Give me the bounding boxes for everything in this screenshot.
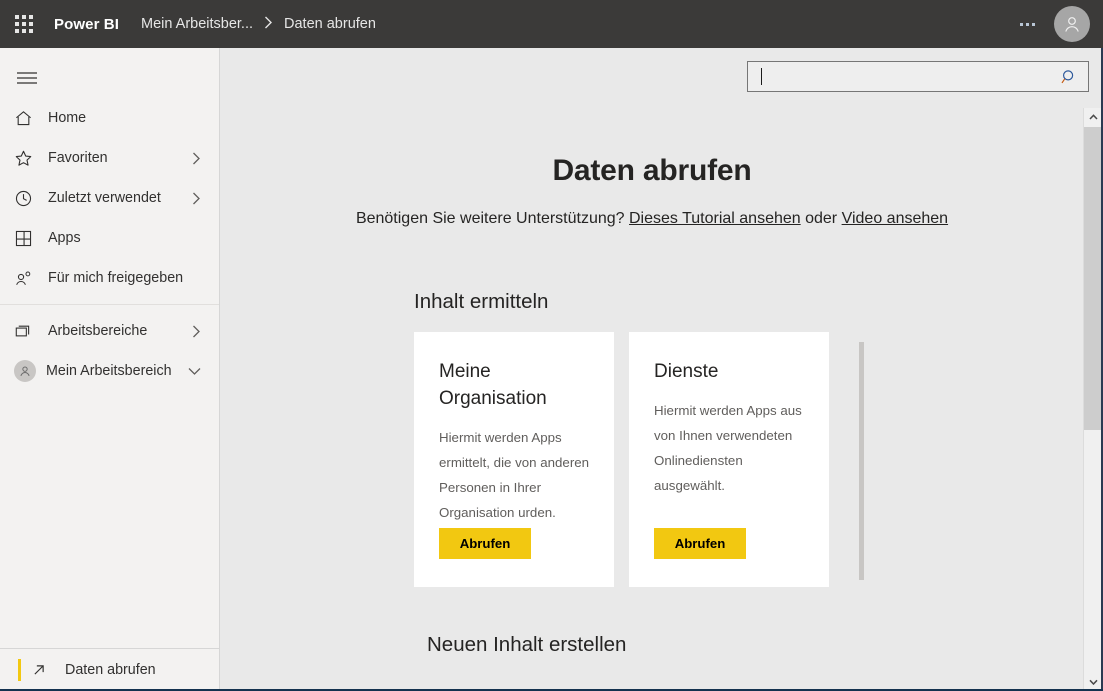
- topbar-actions: [1010, 0, 1103, 48]
- breadcrumb: Mein Arbeitsber... Daten abrufen: [141, 16, 376, 32]
- chevron-up-icon: [1089, 114, 1098, 120]
- card-description: Hiermit werden Apps ermittelt, die von a…: [439, 425, 590, 525]
- card-description-text: Hiermit werden Apps ermittelt, die von a…: [439, 430, 590, 520]
- left-navigation-sidebar: Home Favoriten Zuletzt verwendet Apps Fü…: [0, 48, 220, 691]
- page-title: Daten abrufen: [552, 154, 752, 187]
- subtitle-prefix: Benötigen Sie weitere Unterstützung?: [355, 210, 625, 227]
- subtitle-middle: oder: [805, 210, 838, 227]
- breadcrumb-separator-icon: [264, 16, 273, 32]
- main-content-area: Daten abrufen Benötigen Sie weitere Unte…: [221, 48, 1103, 691]
- apps-grid-icon: [14, 229, 38, 248]
- chevron-down-icon: [1089, 679, 1098, 685]
- sidebar-item-label: Für mich freigegeben: [48, 270, 184, 286]
- person-avatar-icon: [14, 360, 36, 382]
- sidebar-item-fuer-mich-freigegeben[interactable]: Für mich freigegeben: [0, 258, 219, 298]
- chevron-right-icon: [265, 16, 273, 29]
- card-title: Meine Organisation: [439, 361, 547, 409]
- sidebar-item-label: Favoriten: [48, 150, 108, 166]
- video-link[interactable]: Video ansehen: [842, 210, 948, 227]
- sidebar-item-favoriten[interactable]: Favoriten: [0, 138, 219, 178]
- section-title-create: Neuen Inhalt erstellen: [427, 633, 627, 656]
- more-options-button[interactable]: [1010, 7, 1044, 41]
- chevron-right-icon[interactable]: [192, 192, 201, 205]
- sidebar-item-label: Zuletzt verwendet: [48, 190, 161, 206]
- section-title-discover: Inhalt ermitteln: [414, 290, 549, 313]
- chevron-right-icon[interactable]: [192, 325, 201, 338]
- card-description: Hiermit werden Apps aus von Ihnen verwen…: [654, 403, 802, 493]
- sidebar-item-apps[interactable]: Apps: [0, 218, 219, 258]
- selection-accent-bar: [18, 659, 21, 681]
- app-launcher-button[interactable]: [0, 0, 48, 48]
- sidebar-item-label: Arbeitsbereiche: [48, 323, 148, 339]
- page-subtitle: Benötigen Sie weitere Unterstützung? Die…: [221, 210, 1083, 228]
- breadcrumb-item-current[interactable]: Daten abrufen: [284, 16, 376, 32]
- search-box[interactable]: [747, 61, 1089, 92]
- sidebar-item-label: Home: [48, 110, 87, 126]
- shared-person-icon: [14, 269, 38, 288]
- sidebar-item-label: Mein Arbeitsbereich: [46, 363, 172, 379]
- content-scroll-area: Daten abrufen Benötigen Sie weitere Unte…: [221, 108, 1083, 691]
- arrow-up-right-icon: [30, 661, 48, 679]
- top-navigation-bar: Power BI Mein Arbeitsber... Daten abrufe…: [0, 0, 1103, 48]
- workspaces-icon: [14, 322, 38, 341]
- card-meine-organisation[interactable]: Meine Organisation Hiermit werden Apps e…: [414, 332, 614, 587]
- clock-icon: [14, 189, 38, 208]
- breadcrumb-item-workspace[interactable]: Mein Arbeitsber...: [141, 16, 253, 32]
- search-row: [221, 48, 1103, 108]
- chevron-down-icon[interactable]: [188, 367, 201, 376]
- sidebar-divider: [0, 304, 219, 305]
- get-button-dienste[interactable]: Abrufen: [654, 528, 746, 559]
- cards-carousel-scrollbar[interactable]: [859, 342, 864, 580]
- ellipsis-dot: [1025, 22, 1029, 26]
- person-icon: [1065, 17, 1079, 32]
- text-caret: [761, 68, 762, 85]
- card-description-tail: urden.: [518, 505, 556, 520]
- brand-title[interactable]: Power BI: [54, 16, 119, 33]
- discover-content-cards: Meine Organisation Hiermit werden Apps e…: [414, 332, 1083, 587]
- magnifier-icon[interactable]: [1060, 68, 1078, 86]
- sidebar-item-zuletzt-verwendet[interactable]: Zuletzt verwendet: [0, 178, 219, 218]
- home-icon: [14, 109, 38, 128]
- tutorial-link[interactable]: Dieses Tutorial ansehen: [629, 210, 801, 227]
- power-bi-window: Power BI Mein Arbeitsber... Daten abrufe…: [0, 0, 1103, 691]
- account-avatar-button[interactable]: [1054, 6, 1090, 42]
- ellipsis-dot: [1019, 22, 1023, 26]
- sidebar-item-label: Apps: [48, 230, 81, 246]
- chevron-right-icon[interactable]: [192, 152, 201, 165]
- sidebar-item-arbeitsbereiche[interactable]: Arbeitsbereiche: [0, 311, 219, 351]
- card-title: Dienste: [654, 361, 719, 382]
- card-dienste[interactable]: Dienste Hiermit werden Apps aus von Ihne…: [629, 332, 829, 587]
- sidebar-item-mein-arbeitsbereich[interactable]: Mein Arbeitsbereich: [0, 351, 219, 391]
- get-button-meine-organisation[interactable]: Abrufen: [439, 528, 531, 559]
- sidebar-item-home[interactable]: Home: [0, 98, 219, 138]
- page-scrollbar[interactable]: [1083, 108, 1103, 691]
- sidebar-item-daten-abrufen[interactable]: Daten abrufen: [0, 648, 219, 691]
- menu-toggle-button[interactable]: [0, 58, 219, 98]
- star-icon: [14, 149, 38, 168]
- hamburger-icon: [17, 72, 37, 84]
- ellipsis-dot: [1031, 22, 1035, 26]
- sidebar-bottom-label: Daten abrufen: [65, 662, 156, 678]
- waffle-grid-icon: [15, 15, 33, 33]
